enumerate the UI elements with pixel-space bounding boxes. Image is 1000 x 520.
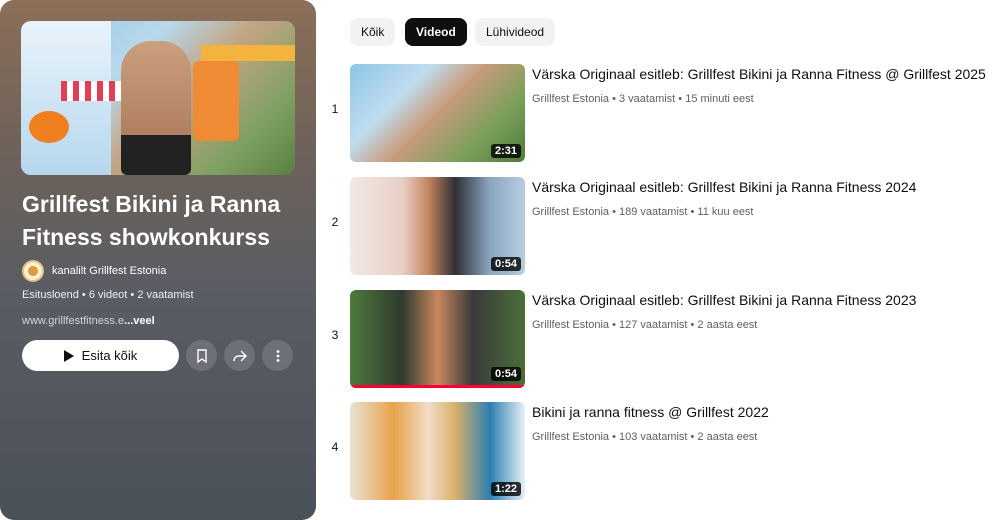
video-meta: Grillfest Estonia • 3 vaatamist • 15 min… [532, 93, 754, 105]
video-duration: 0:54 [490, 367, 521, 381]
video-index: 1 [331, 102, 339, 116]
play-icon [63, 349, 74, 362]
video-index: 4 [331, 440, 339, 454]
video-duration: 1:22 [490, 482, 521, 496]
share-icon [232, 350, 247, 361]
video-index: 2 [331, 215, 339, 229]
chip-all[interactable]: Kõik [350, 18, 396, 46]
video-title[interactable]: Värska Originaal esitleb: Grillfest Biki… [532, 292, 997, 308]
video-row[interactable]: 3 0:54 Värska Originaal esitleb: Grillfe… [320, 290, 1000, 390]
video-title[interactable]: Värska Originaal esitleb: Grillfest Biki… [532, 179, 997, 195]
watch-progress-bar [350, 385, 525, 388]
video-row[interactable]: 4 1:22 Bikini ja ranna fitness @ Grillfe… [320, 402, 1000, 502]
video-meta: Grillfest Estonia • 103 vaatamist • 2 aa… [532, 431, 758, 443]
playlist-owner[interactable]: kanalilt Grillfest Estonia [22, 260, 166, 282]
video-thumbnail[interactable]: 0:54 [350, 290, 525, 388]
play-all-button[interactable]: Esita kõik [22, 340, 179, 371]
video-meta: Grillfest Estonia • 189 vaatamist • 11 k… [532, 206, 754, 218]
video-row[interactable]: 2 0:54 Värska Originaal esitleb: Grillfe… [320, 177, 1000, 277]
channel-avatar[interactable] [22, 260, 44, 282]
more-vert-icon [276, 349, 279, 362]
video-title[interactable]: Bikini ja ranna fitness @ Grillfest 2022 [532, 404, 997, 420]
video-thumbnail[interactable]: 2:31 [350, 64, 525, 162]
chip-videos[interactable]: Videod [405, 18, 467, 46]
video-duration: 0:54 [490, 257, 521, 271]
video-index: 3 [331, 328, 339, 342]
owner-label[interactable]: kanalilt Grillfest Estonia [52, 265, 166, 277]
playlist-thumbnail[interactable] [21, 21, 295, 175]
more-actions-button[interactable] [262, 340, 293, 371]
share-button[interactable] [224, 340, 255, 371]
description-link[interactable]: www.grillfestfitness.e [22, 315, 124, 327]
video-thumbnail[interactable]: 0:54 [350, 177, 525, 275]
description-more-link[interactable]: ...veel [124, 315, 155, 327]
chip-shorts[interactable]: Lühivideod [475, 18, 556, 46]
playlist-title: Grillfest Bikini ja Ranna Fitness showko… [22, 191, 281, 250]
video-thumbnail[interactable]: 1:22 [350, 402, 525, 500]
save-playlist-button[interactable] [186, 340, 217, 371]
video-meta: Grillfest Estonia • 127 vaatamist • 2 aa… [532, 319, 758, 331]
bookmark-icon [196, 348, 207, 363]
playlist-description[interactable]: www.grillfestfitness.e...veel [22, 315, 155, 327]
playlist-header-panel: Grillfest Bikini ja Ranna Fitness showko… [0, 0, 316, 520]
play-all-label: Esita kõik [81, 348, 138, 363]
video-title[interactable]: Värska Originaal esitleb: Grillfest Biki… [532, 66, 997, 82]
playlist-meta: Esitusloend • 6 videot • 2 vaatamist [22, 289, 194, 301]
video-row[interactable]: 1 2:31 Värska Originaal esitleb: Grillfe… [320, 64, 1000, 164]
video-duration: 2:31 [490, 144, 521, 158]
